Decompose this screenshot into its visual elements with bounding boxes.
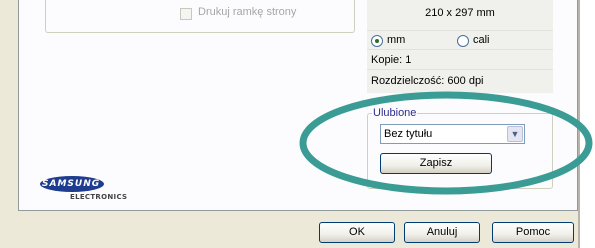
brand-sub: ELECTRONICS [70, 193, 128, 201]
resolution-text: Rozdzielczość: 600 dpi [371, 75, 484, 87]
highlight-ellipse-icon [299, 91, 593, 195]
printer-properties-dialog: Drukuj ramkę strony 210 x 297 mm mm cali… [0, 0, 595, 248]
print-frame-label: Drukuj ramkę strony [198, 6, 297, 18]
units-inch-label: cali [473, 34, 490, 46]
cancel-button[interactable]: Anuluj [404, 222, 480, 243]
paper-size-text: 210 x 297 mm [425, 7, 495, 19]
samsung-logo: SAMSUNG ELECTRONICS [38, 172, 138, 204]
paper-size-row: 210 x 297 mm [367, 0, 553, 31]
units-row: mm cali [367, 31, 553, 50]
brand-name: SAMSUNG [42, 179, 101, 189]
copies-text: Kopie: 1 [371, 54, 412, 66]
help-button[interactable]: Pomoc [492, 222, 574, 243]
units-mm-radio[interactable] [371, 35, 383, 47]
summary-panel: 210 x 297 mm mm cali Kopie: 1 Rozdzielcz… [367, 0, 553, 93]
ok-button[interactable]: OK [319, 222, 395, 243]
units-inch-radio[interactable] [457, 35, 469, 47]
units-mm-label: mm [387, 34, 406, 46]
print-frame-checkbox[interactable] [180, 8, 192, 20]
copies-row: Kopie: 1 [367, 50, 553, 70]
